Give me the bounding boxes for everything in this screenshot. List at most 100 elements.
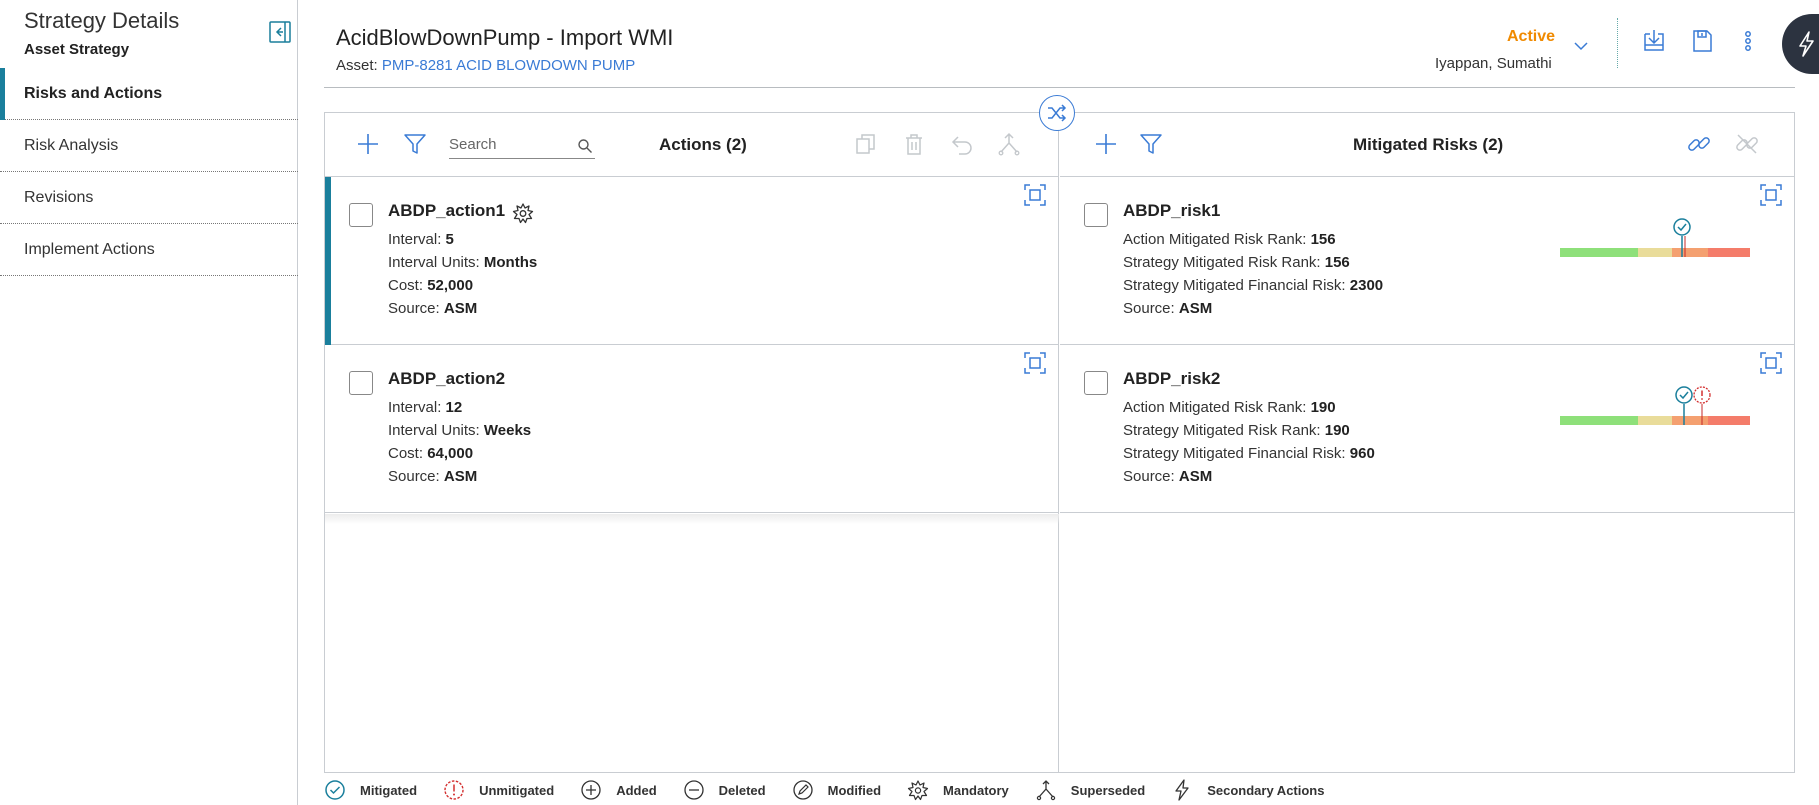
secondary-actions-button[interactable] (1782, 14, 1819, 74)
copy-icon[interactable] (853, 131, 879, 157)
legend-label: Secondary Actions (1207, 782, 1325, 798)
action-checkbox[interactable] (349, 203, 373, 227)
expand-icon[interactable] (1760, 352, 1782, 374)
header-divider-line (324, 87, 1795, 88)
risk-card[interactable]: ABDP_risk1 Action Mitigated Risk Rank: 1… (1060, 177, 1794, 345)
header-divider (1617, 18, 1618, 68)
unlink-icon[interactable] (1734, 131, 1760, 157)
field-label: Action Mitigated Risk Rank: (1123, 399, 1307, 416)
sidebar-title: Strategy Details (24, 8, 180, 33)
action-fields: Interval: 12 Interval Units: Weeks Cost:… (388, 396, 531, 488)
risk-card[interactable]: ABDP_risk2 Action Mitigated Risk Rank: 1… (1060, 345, 1794, 513)
risk-fields: Action Mitigated Risk Rank: 190 Strategy… (1123, 396, 1375, 488)
sidebar-item-label: Revisions (24, 188, 94, 206)
field-label: Source: (1123, 468, 1175, 485)
field-interval-units: Interval Units: Months (388, 251, 537, 274)
sidebar-item-label: Risk Analysis (24, 136, 119, 154)
field-value: 190 (1324, 422, 1350, 439)
modified-icon (792, 780, 813, 800)
action-card[interactable]: ABDP_action1 Interval: 5 Interval Units:… (325, 177, 1058, 345)
legend-item: Unmitigated (443, 779, 554, 801)
more-options-icon[interactable] (1736, 28, 1760, 54)
legend-label: Superseded (1070, 782, 1146, 798)
add-icon[interactable] (1093, 131, 1119, 157)
mandatory-icon (512, 203, 534, 224)
field-label: Interval: (388, 231, 442, 248)
asset-label: Asset: (336, 57, 378, 74)
chevron-down-icon[interactable] (1573, 40, 1589, 52)
filter-icon[interactable] (402, 131, 428, 157)
field-value: ASM (1178, 300, 1213, 317)
risk-checkbox[interactable] (1084, 203, 1108, 227)
legend-label: Mitigated (360, 782, 418, 798)
legend-item: Deleted (683, 779, 766, 801)
sidebar-item-revisions[interactable]: Revisions (0, 172, 298, 224)
mitigated-icon (325, 780, 345, 800)
field-source: Source: ASM (388, 465, 531, 488)
field-value: 156 (1310, 231, 1336, 248)
risk-checkbox[interactable] (1084, 371, 1108, 395)
legend-label: Added (616, 782, 657, 798)
action-fields: Interval: 5 Interval Units: Months Cost:… (388, 228, 537, 320)
legend-item: Modified (792, 779, 881, 801)
mitigated-icon (1673, 218, 1691, 236)
field-cost: Cost: 64,000 (388, 442, 531, 465)
field-label: Strategy Mitigated Financial Risk: (1123, 445, 1346, 462)
asset-line: Asset: PMP-8281 ACID BLOWDOWN PUMP (336, 57, 635, 74)
field-value: ASM (443, 468, 478, 485)
supersede-icon[interactable] (996, 131, 1022, 157)
field-label: Interval: (388, 399, 442, 416)
actions-title: Actions (2) (659, 135, 747, 154)
expand-icon[interactable] (1024, 352, 1046, 374)
card-list-shadow (325, 514, 1059, 524)
sidebar-item-risks-and-actions[interactable]: Risks and Actions (0, 68, 298, 120)
unmitigated-icon (444, 780, 464, 800)
field-value: 2300 (1349, 277, 1384, 294)
action-card[interactable]: ABDP_action2 Interval: 12 Interval Units… (325, 345, 1058, 513)
field-label: Action Mitigated Risk Rank: (1123, 231, 1307, 248)
field-label: Cost: (388, 445, 424, 462)
delete-icon[interactable] (901, 131, 927, 157)
sidebar-nav: Risks and Actions Risk Analysis Revision… (0, 68, 298, 276)
legend-label: Unmitigated (479, 782, 555, 798)
mitigated-risks-title: Mitigated Risks (2) (1353, 135, 1504, 154)
field-label: Strategy Mitigated Risk Rank: (1123, 254, 1321, 271)
field-label: Strategy Mitigated Risk Rank: (1123, 422, 1321, 439)
field-label: Strategy Mitigated Financial Risk: (1123, 277, 1346, 294)
secondary-actions-icon (1175, 779, 1189, 801)
search-icon[interactable] (577, 138, 593, 154)
import-icon[interactable] (1642, 28, 1666, 54)
field-value: 64,000 (427, 445, 474, 462)
field-interval-units: Interval Units: Weeks (388, 419, 531, 442)
field-strategy-mitigated-financial-risk: Strategy Mitigated Financial Risk: 2300 (1123, 274, 1383, 297)
undo-icon[interactable] (949, 131, 975, 157)
added-icon (581, 780, 601, 800)
sidebar-item-risk-analysis[interactable]: Risk Analysis (0, 120, 298, 172)
sidebar-subtitle: Asset Strategy (24, 41, 130, 58)
swap-panels-button[interactable] (1039, 95, 1075, 131)
link-icon[interactable] (1686, 131, 1712, 157)
sidebar: Strategy Details Asset Strategy Risks an… (0, 0, 298, 805)
action-checkbox[interactable] (349, 371, 373, 395)
field-label: Source: (388, 300, 440, 317)
risk-fields: Action Mitigated Risk Rank: 156 Strategy… (1123, 228, 1383, 320)
field-label: Source: (1123, 300, 1175, 317)
expand-icon[interactable] (1024, 184, 1046, 206)
asset-link[interactable]: PMP-8281 ACID BLOWDOWN PUMP (382, 57, 635, 74)
search-input[interactable] (449, 133, 567, 153)
add-icon[interactable] (355, 131, 381, 157)
filter-icon[interactable] (1138, 131, 1164, 157)
field-interval: Interval: 12 (388, 396, 531, 419)
field-label: Cost: (388, 277, 424, 294)
state-label[interactable]: Active (1507, 28, 1555, 46)
field-value: 5 (445, 231, 454, 248)
expand-icon[interactable] (1760, 184, 1782, 206)
collapse-sidebar-icon[interactable] (268, 20, 292, 44)
save-icon[interactable] (1690, 28, 1714, 54)
field-source: Source: ASM (1123, 297, 1383, 320)
sidebar-item-implement-actions[interactable]: Implement Actions (0, 224, 298, 276)
legend-item: Secondary Actions (1171, 779, 1324, 801)
sidebar-item-label: Implement Actions (24, 240, 155, 258)
risks-actions-panels: Actions (2) ABDP_action1 (324, 112, 1795, 773)
mitigated-icon (1675, 386, 1693, 404)
